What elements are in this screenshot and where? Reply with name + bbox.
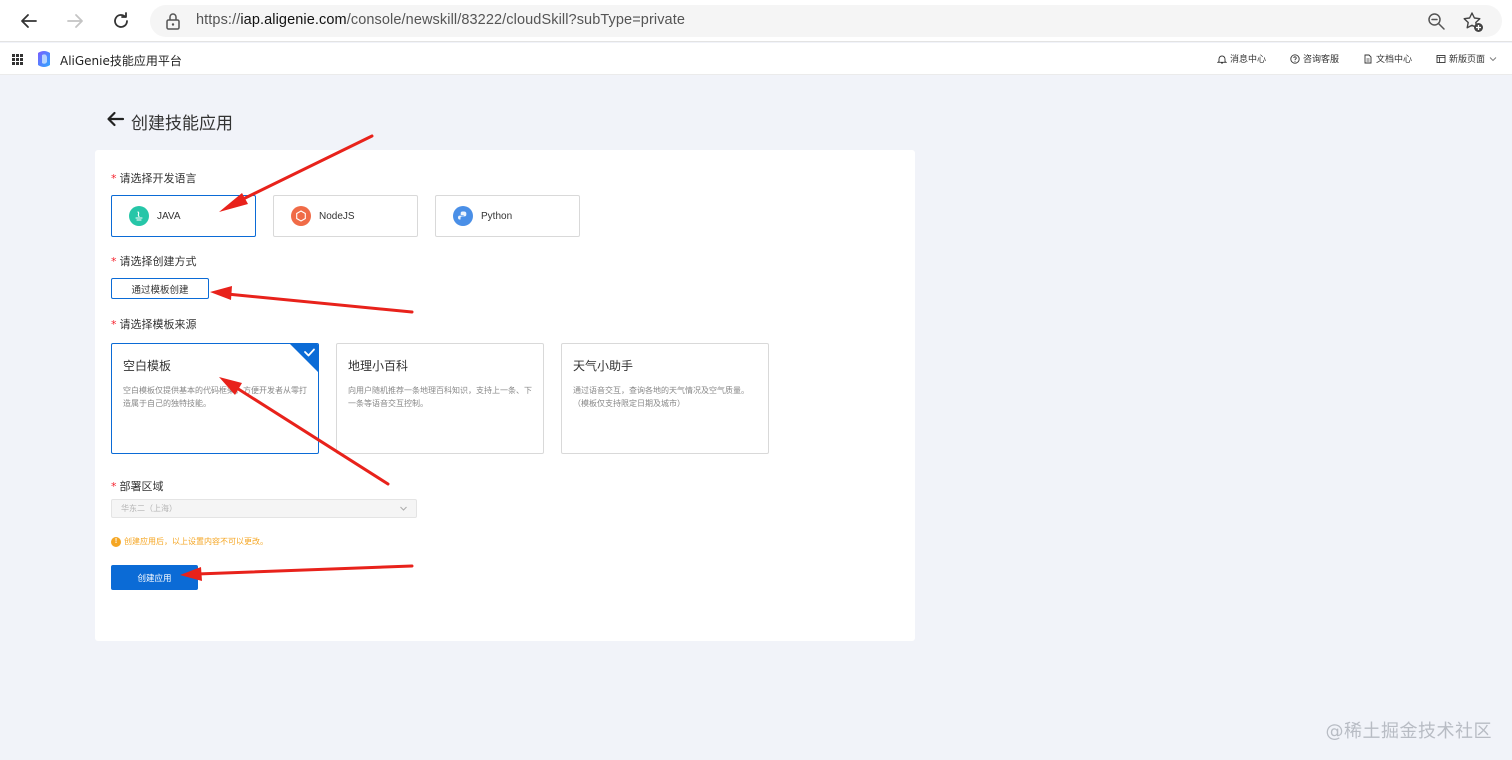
selected-check-icon [290,344,318,372]
template-card-weather[interactable]: 天气小助手 通过语音交互，查询各地的天气情况及空气质量。（模板仅支持限定日期及城… [561,343,769,454]
browser-toolbar: https://iap.aligenie.com/console/newskil… [0,0,1512,42]
create-form-card: * 请选择开发语言 JAVA NodeJS Python * 请选择创建方式 通过模… [95,150,915,641]
region-label: * 部署区域 [111,480,164,493]
header-link-new-version[interactable]: 新版页面 [1436,52,1498,65]
arrow-left-icon [21,14,37,28]
watermark: @稀土掘金技术社区 [1325,721,1492,742]
apps-grid-icon[interactable] [12,54,23,65]
reload-button[interactable] [108,8,134,34]
aligenie-logo-icon [38,51,50,67]
language-option-nodejs[interactable]: NodeJS [273,195,418,237]
nodejs-icon [291,206,311,226]
template-card-geography[interactable]: 地理小百科 向用户随机推荐一条地理百科知识，支持上一条、下一条等语音交互控制。 [336,343,544,454]
header-link-support[interactable]: 咨询客服 [1290,52,1339,65]
create-app-button[interactable]: 创建应用 [111,565,198,590]
header-link-docs[interactable]: 文档中心 [1363,52,1412,65]
language-option-java[interactable]: JAVA [111,195,256,237]
app-title: AliGenie技能应用平台 [60,54,182,68]
page-title: 创建技能应用 [131,114,233,134]
method-option-template[interactable]: 通过模板创建 [111,278,209,299]
back-arrow-icon[interactable] [106,110,125,128]
document-icon [1364,54,1372,63]
app-header: AliGenie技能应用平台 消息中心 咨询客服 文档中心 新版页面 [0,43,1512,75]
address-bar[interactable]: https://iap.aligenie.com/console/newskil… [150,5,1502,37]
method-label: * 请选择创建方式 [111,255,197,268]
bell-icon [1216,55,1227,63]
zoom-icon[interactable] [1426,11,1446,31]
chevron-down-icon [1489,56,1497,61]
language-option-python[interactable]: Python [435,195,580,237]
region-select: 华东二（上海） [111,499,417,518]
java-icon [129,206,149,226]
back-button[interactable] [16,8,42,34]
url-text: https://iap.aligenie.com/console/newskil… [196,12,686,28]
language-label: * 请选择开发语言 [111,172,197,185]
reload-icon [114,12,128,28]
help-circle-icon [1290,53,1300,64]
chevron-down-icon [400,506,407,511]
favorite-add-icon[interactable] [1462,11,1484,33]
warning-icon: ! [111,536,121,547]
template-card-blank[interactable]: 空白模板 空白模板仅提供基本的代码框架，方便开发者从零打造属于自己的独特技能。 [111,343,319,454]
python-icon [453,206,473,226]
warning-notice: ! 创建应用后，以上设置内容不可以更改。 [111,536,268,547]
template-label: * 请选择模板来源 [111,318,197,331]
header-links: 消息中心 咨询客服 文档中心 新版页面 [1216,52,1498,65]
arrow-right-icon [67,14,83,28]
window-icon [1436,54,1446,63]
forward-button[interactable] [62,8,88,34]
lock-icon [166,13,180,30]
header-link-messages[interactable]: 消息中心 [1216,52,1266,65]
